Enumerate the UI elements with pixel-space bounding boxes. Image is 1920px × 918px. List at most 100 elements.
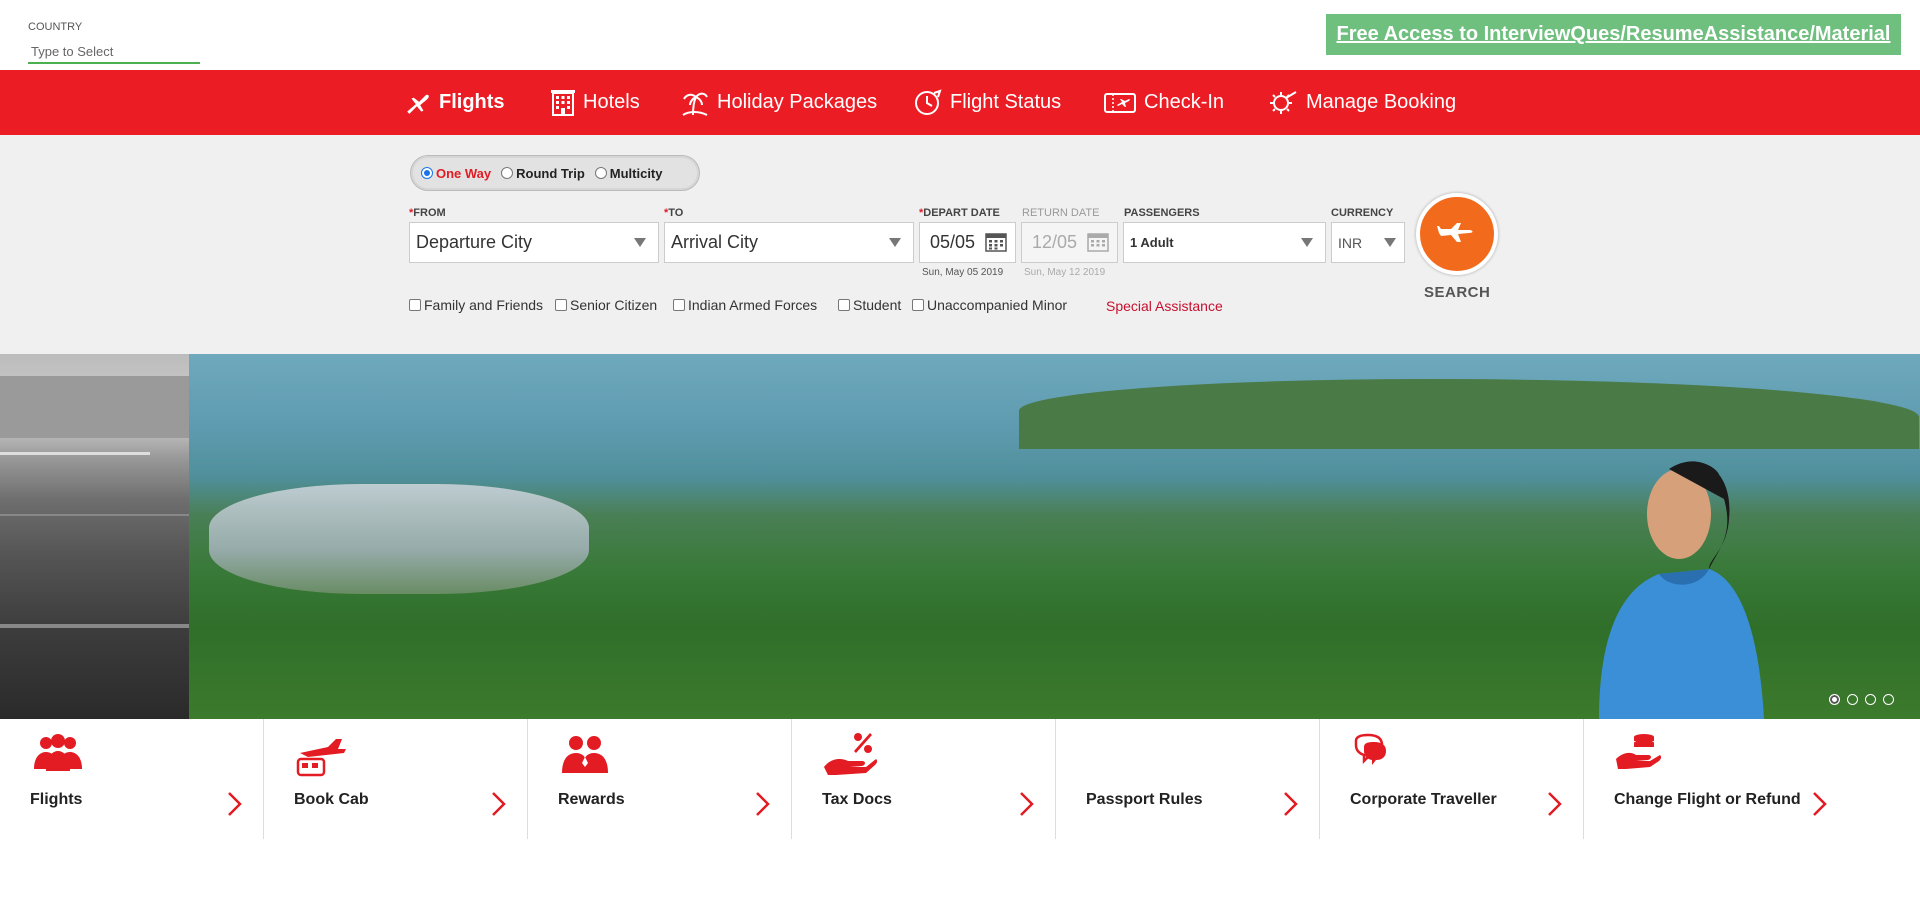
trip-one-way[interactable]: One Way [421,166,491,181]
return-date-value: 12/05 [1032,232,1078,252]
nav-label: Holiday Packages [717,91,878,113]
special-assistance-link[interactable]: Special Assistance [1106,298,1223,314]
flight-status-icon [915,88,942,115]
main-nav: Flights Hotels Holiday Packages Flight S… [0,70,1920,135]
currency-value: INR [1338,234,1363,251]
country-input[interactable] [28,41,200,64]
checkbox-family-friends[interactable]: Family and Friends [409,297,543,313]
hero-image [189,354,1920,719]
checkbox-senior-citizen[interactable]: Senior Citizen [555,297,657,313]
radio-button[interactable] [594,167,607,179]
carousel-dot[interactable] [1847,694,1858,705]
group-icon [34,734,82,771]
palm-tree-icon [682,92,708,116]
chevron-right-icon [756,792,770,816]
calendar-icon [1087,233,1109,252]
trip-multicity-label: Multicity [609,165,663,181]
nav-label: Check-In [1144,91,1225,113]
chevron-right-icon [1020,792,1034,816]
ticket-icon [1104,92,1136,113]
currency-label: CURRENCY [1331,207,1394,219]
service-corporate-traveller[interactable]: Corporate Traveller [1320,719,1584,839]
checkbox[interactable] [912,299,924,311]
refund-hand-icon [1616,734,1662,769]
carousel-dot[interactable] [1865,694,1876,705]
nav-label: Manage Booking [1306,91,1457,113]
chevron-right-icon [492,792,506,816]
chevron-right-icon [1813,792,1827,816]
hero-carousel [0,354,1920,719]
currency-select[interactable]: INR [1331,222,1405,263]
plane-icon [407,94,429,114]
trip-one-way-label: One Way [436,165,492,181]
checkbox-student[interactable]: Student [838,297,901,313]
return-date-full: Sun, May 12 2019 [1024,267,1106,278]
checkbox-label: Student [853,297,902,313]
chevron-down-icon [1384,238,1396,247]
service-rewards[interactable]: Rewards [528,719,792,839]
passengers-select[interactable]: 1 Adult [1123,222,1326,263]
to-select[interactable]: Arrival City [664,222,914,263]
checkbox-label: Senior Citizen [570,297,658,313]
to-label: *TO [664,207,684,219]
service-passport-rules[interactable]: Passport Rules [1056,719,1320,839]
hotel-icon [551,89,575,116]
nav-manage-booking[interactable]: Manage Booking [1268,70,1456,135]
trip-multicity[interactable]: Multicity [594,165,663,181]
search-button[interactable] [1416,193,1498,275]
checkbox[interactable] [409,299,421,311]
nav-flights[interactable]: Flights [405,70,505,135]
nav-label: Hotels [583,91,640,113]
depart-date-input[interactable]: 05/05 [919,222,1016,263]
passengers-value: 1 Adult [1130,235,1174,250]
chevron-right-icon [1548,792,1562,816]
depart-date-label: *DEPART DATE [919,207,1000,219]
cab-plane-icon [296,739,346,777]
service-flights[interactable]: Flights [0,719,264,839]
top-bar: COUNTRY Free Access to InterviewQues/Res… [0,0,1920,70]
nav-label: Flight Status [950,91,1062,113]
nav-hotels[interactable]: Hotels [551,70,640,135]
carousel-dot[interactable] [1829,694,1840,705]
chevron-down-icon [634,238,646,247]
service-label: Flights [30,791,83,808]
radio-button[interactable] [501,167,514,179]
checkbox[interactable] [673,299,685,311]
promo-banner[interactable]: Free Access to InterviewQues/ResumeAssis… [1326,14,1901,55]
hero-town [209,484,589,594]
checkbox[interactable] [838,299,850,311]
from-select[interactable]: Departure City [409,222,659,263]
plane-icon [1437,223,1473,242]
rewards-people-icon [562,736,608,773]
radio-button[interactable] [421,167,433,179]
service-tax-docs[interactable]: Tax Docs [792,719,1056,839]
chat-bubble-icon [1354,733,1386,765]
trip-type-toggle: One Way Round Trip Multicity [410,155,700,191]
gear-plane-icon [1270,90,1297,114]
nav-holiday-packages[interactable]: Holiday Packages [681,70,877,135]
carousel-dot[interactable] [1883,694,1894,705]
chevron-right-icon [1284,792,1298,816]
promo-link[interactable]: Free Access to InterviewQues/ResumeAssis… [1337,23,1891,46]
nav-flight-status[interactable]: Flight Status [914,70,1061,135]
from-label: *FROM [409,207,446,219]
service-book-cab[interactable]: Book Cab [264,719,528,839]
checkbox-label: Unaccompanied Minor [927,297,1068,313]
hero-island [1019,379,1919,449]
return-date-input[interactable]: 12/05 [1021,222,1118,263]
checkbox-label: Indian Armed Forces [688,297,818,313]
checkbox-unaccompanied-minor[interactable]: Unaccompanied Minor [912,297,1067,313]
chevron-down-icon [889,238,901,247]
nav-check-in[interactable]: Check-In [1104,70,1224,135]
checkbox-armed-forces[interactable]: Indian Armed Forces [673,297,817,313]
checkbox-label: Family and Friends [424,297,544,313]
service-change-flight-refund[interactable]: Change Flight or Refund [1584,719,1920,839]
nav-label: Flights [439,91,505,113]
trip-round-trip[interactable]: Round Trip [501,166,585,181]
chevron-down-icon [1301,238,1313,247]
checkbox[interactable] [555,299,567,311]
chevron-right-icon [228,792,242,816]
service-label: Tax Docs [822,791,892,808]
depart-date-full: Sun, May 05 2019 [922,267,1004,278]
hero-prev-slide [0,354,189,719]
